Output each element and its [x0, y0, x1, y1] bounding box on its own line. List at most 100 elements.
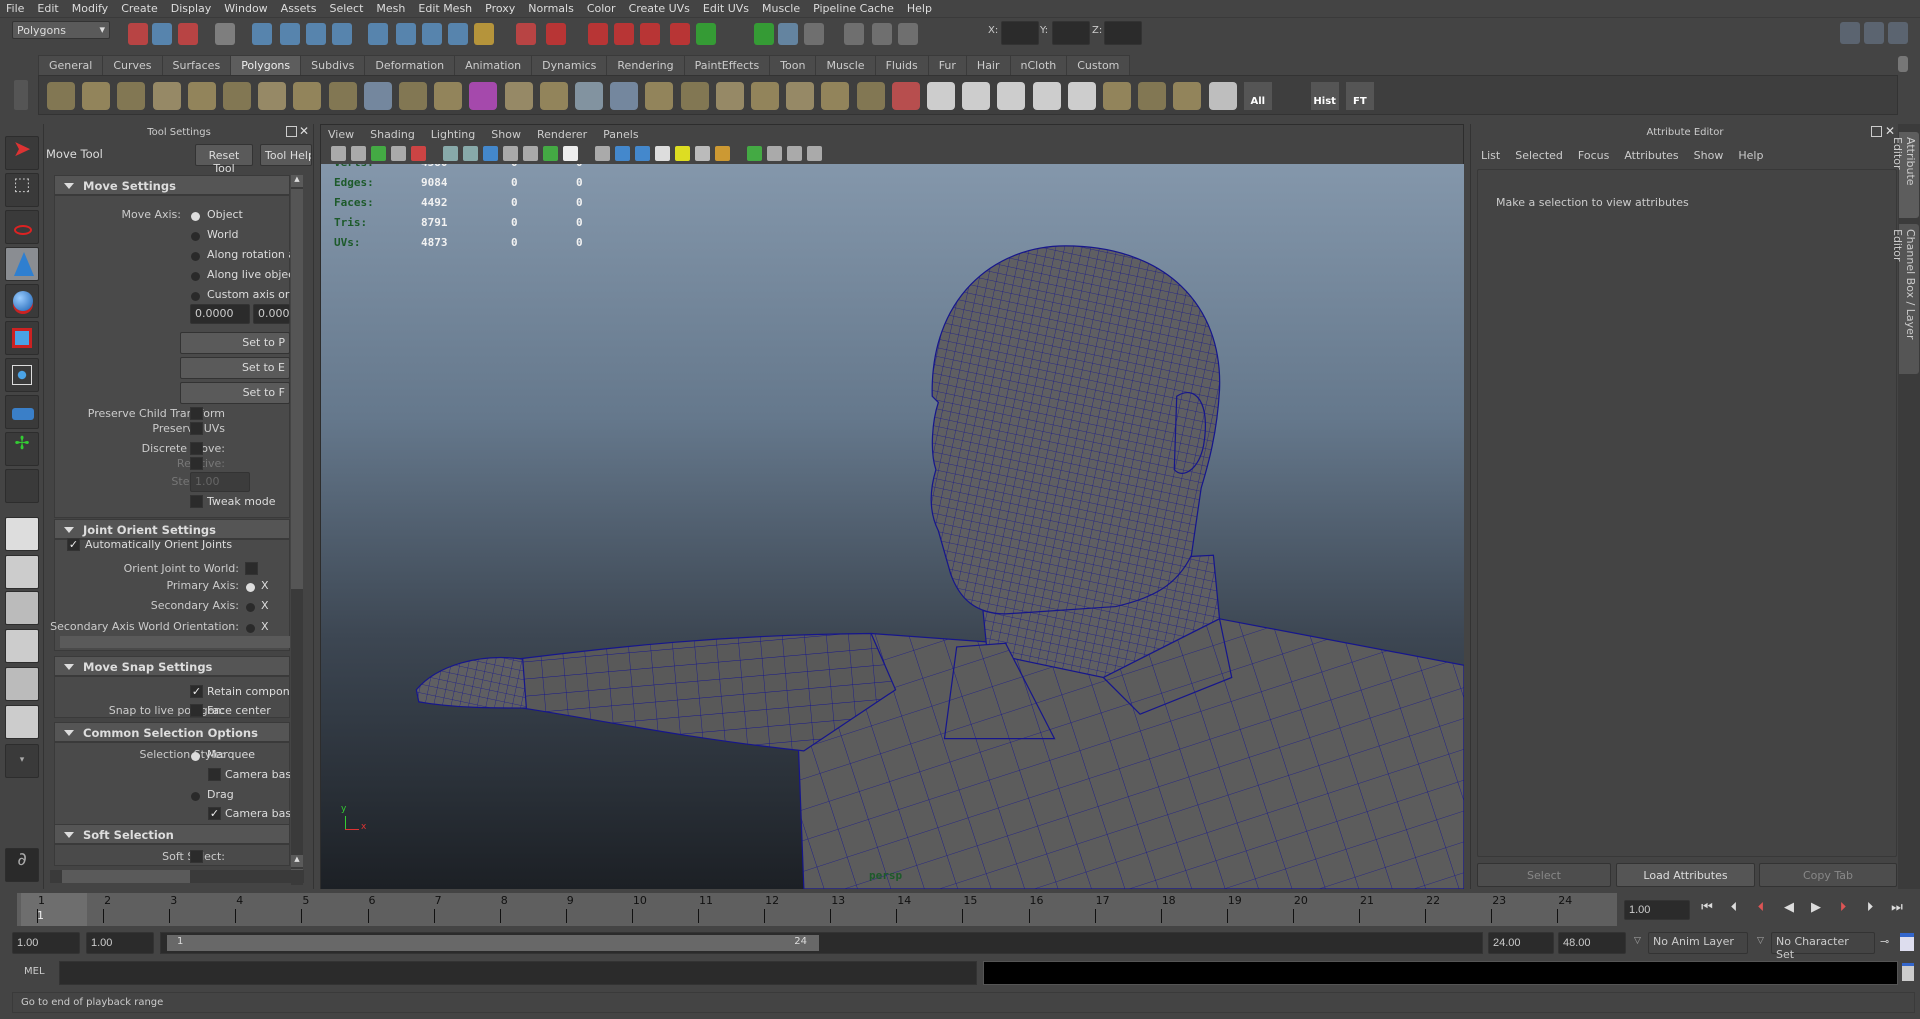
smooth-proxy-icon[interactable] [469, 82, 498, 110]
torus-icon[interactable] [223, 82, 251, 110]
use-all-lights-icon[interactable] [695, 146, 710, 161]
split-icon[interactable] [645, 82, 674, 110]
set-to-face-button[interactable]: Set to F [180, 382, 290, 404]
tab-fluids[interactable]: Fluids [874, 55, 929, 75]
image-plane-icon[interactable] [391, 146, 406, 161]
menu-window[interactable]: Window [224, 2, 267, 15]
tab-muscle[interactable]: Muscle [815, 55, 876, 75]
viewport-menu-show[interactable]: Show [491, 128, 521, 141]
common-selection-header[interactable]: Common Selection Options [54, 722, 290, 742]
open-scene-icon[interactable] [152, 23, 172, 45]
offset-edge-loop-icon[interactable] [715, 82, 744, 110]
highlight-selection-icon[interactable] [546, 23, 566, 45]
play-forwards-icon[interactable]: ▶ [1806, 900, 1826, 920]
camera-attributes-icon[interactable] [351, 146, 366, 161]
safe-action-icon[interactable] [543, 146, 558, 161]
auto-key-icon[interactable]: ⊸ [1880, 935, 1889, 948]
xray-icon[interactable] [767, 146, 782, 161]
save-scene-icon[interactable] [178, 23, 198, 45]
tab-curves[interactable]: Curves [102, 55, 163, 75]
render-icon[interactable] [640, 23, 660, 45]
soft-modification-icon[interactable] [5, 395, 39, 429]
cylinder-icon[interactable] [117, 82, 146, 110]
wireframe-icon[interactable] [595, 146, 610, 161]
float-panel-icon[interactable] [286, 126, 297, 137]
xray-components-icon[interactable] [807, 146, 822, 161]
menu-file[interactable]: File [6, 2, 24, 15]
step-back-frame-icon[interactable]: ⏴ [1724, 900, 1744, 920]
bevel-icon[interactable] [539, 82, 568, 110]
viewport-menu-renderer[interactable]: Renderer [537, 128, 587, 141]
select-button[interactable]: Select [1477, 863, 1611, 887]
chevron-down-icon[interactable]: ▽ [1757, 936, 1764, 946]
script-editor-icon[interactable] [1902, 963, 1914, 981]
new-scene-icon[interactable] [128, 23, 148, 45]
select-by-component-icon[interactable] [280, 23, 300, 45]
animation-start-field[interactable] [12, 932, 80, 954]
ae-menu-show[interactable]: Show [1694, 149, 1724, 162]
float-panel-icon[interactable] [1871, 126, 1882, 137]
gate-mask-icon[interactable] [503, 146, 518, 161]
tab-painteffects[interactable]: PaintEffects [683, 55, 771, 75]
pipe-icon[interactable] [293, 82, 322, 110]
extrude-icon[interactable] [504, 82, 533, 110]
ae-menu-focus[interactable]: Focus [1578, 149, 1609, 162]
preserve-child-checkbox[interactable] [190, 407, 203, 420]
help-icon[interactable] [474, 23, 494, 45]
primary-axis-x-radio[interactable] [246, 583, 255, 592]
sculpt-icon[interactable] [927, 82, 955, 110]
vertical-scrollbar[interactable]: ▲ ▲ ▼ [291, 175, 303, 885]
axis-object-radio[interactable] [191, 212, 200, 221]
persp-outliner-graph-layout-icon[interactable] [5, 705, 39, 739]
wedge-icon[interactable] [786, 82, 815, 110]
trash-icon[interactable] [1898, 56, 1908, 72]
animation-end-field[interactable] [1558, 932, 1626, 954]
layout-expand-icon[interactable]: ▾ [5, 744, 39, 778]
layout-uvs-icon[interactable] [1138, 82, 1167, 110]
tool-settings-toggle-icon[interactable] [1864, 22, 1884, 44]
range-slider[interactable]: 1 24 [160, 932, 1483, 954]
close-icon[interactable]: ✕ [299, 124, 309, 138]
select-tool-icon[interactable]: ➤ [5, 136, 39, 170]
bookmarks-icon[interactable] [371, 146, 386, 161]
lock-icon[interactable] [516, 23, 536, 45]
current-frame-marker[interactable] [21, 893, 87, 926]
ae-menu-list[interactable]: List [1481, 149, 1500, 162]
playback-end-field[interactable] [1488, 932, 1554, 954]
merge-icon[interactable] [891, 82, 920, 110]
axis-custom-radio[interactable] [191, 292, 200, 301]
drag-radio[interactable] [191, 792, 200, 801]
rotate-tool-icon[interactable] [5, 284, 39, 318]
tab-ncloth[interactable]: nCloth [1009, 55, 1068, 75]
tab-fur[interactable]: Fur [927, 55, 967, 75]
duplicate-face-icon[interactable] [856, 82, 885, 110]
load-attributes-button[interactable]: Load Attributes [1616, 863, 1755, 887]
hypershade-persp-layout-icon[interactable] [5, 667, 39, 701]
panel-horizontal-scrollbar[interactable] [50, 870, 304, 883]
chamfer-icon[interactable] [821, 82, 850, 110]
smooth-shade-icon[interactable] [615, 146, 630, 161]
hypershade-icon[interactable] [804, 23, 824, 45]
camera-based-checkbox[interactable] [208, 768, 221, 781]
cylindrical-map-icon[interactable] [962, 82, 991, 110]
ipr-render-icon[interactable] [670, 23, 690, 45]
ft-shelf-button[interactable]: FT [1345, 82, 1374, 110]
insert-edge-loop-icon[interactable] [680, 82, 709, 110]
history-icon[interactable] [588, 23, 608, 45]
relative-checkbox[interactable] [190, 457, 203, 470]
combine-icon[interactable] [363, 82, 392, 110]
z-input[interactable] [1104, 21, 1142, 45]
bridge-icon[interactable] [575, 82, 603, 110]
spherical-map-icon[interactable] [1032, 82, 1061, 110]
input-connections-icon[interactable] [754, 23, 774, 45]
menu-display[interactable]: Display [171, 2, 212, 15]
move-settings-header[interactable]: Move Settings [54, 175, 290, 195]
secondary-world-x-radio[interactable] [246, 624, 255, 633]
menu-assets[interactable]: Assets [281, 2, 317, 15]
range-slider-handle[interactable]: 1 24 [167, 935, 819, 951]
retain-component-checkbox[interactable]: ✓ [190, 685, 203, 698]
snap-to-grids-icon[interactable] [332, 23, 352, 45]
paint-select-tool-icon[interactable] [5, 210, 39, 244]
attribute-editor-toggle-icon[interactable] [1840, 22, 1860, 44]
channel-box-toggle-icon[interactable] [1888, 22, 1908, 44]
